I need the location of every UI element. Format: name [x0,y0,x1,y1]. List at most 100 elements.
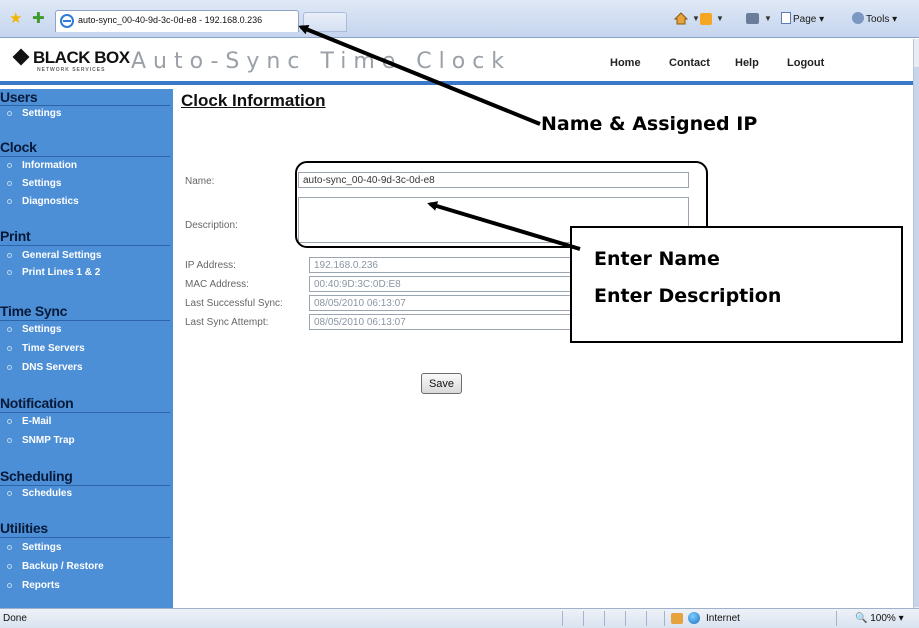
tools-menu-label: Tools [866,14,890,25]
nav-help-link[interactable]: Help [735,57,759,69]
sidebar-divider [0,537,170,538]
page-header: BLACK BOX NETWORK SERVICES Auto-Sync Tim… [0,39,913,85]
sidebar-divider [0,320,170,321]
bullet-icon [7,564,12,569]
name-label: Name: [185,176,215,187]
protected-mode-icon[interactable] [671,613,683,624]
page-title: Clock Information [181,91,326,110]
status-divider [625,611,626,626]
bullet-icon [7,253,12,258]
tools-menu-button[interactable]: Tools ▾ [852,12,897,28]
status-bar: Done Internet 🔍 100% ▾ [0,608,919,628]
bullet-icon [7,545,12,550]
description-field[interactable] [298,197,689,243]
save-button[interactable]: Save [421,373,462,394]
sidebar-item-label: E-Mail [22,416,52,427]
sidebar-item-email[interactable]: E-Mail [7,416,51,427]
sidebar-group-time-sync: Time Sync [0,303,68,319]
logo-diamond-icon [12,48,30,66]
sidebar: Users Settings Clock Information Setting… [0,89,173,608]
status-divider [583,611,584,626]
home-dropdown-icon[interactable]: ▼ [692,14,700,23]
sidebar-item-label: DNS Servers [22,362,83,373]
internet-globe-icon [688,612,700,624]
print-icon[interactable] [746,13,759,24]
favorites-star-icon[interactable]: ★ [9,11,22,26]
ie-page-icon [60,14,74,28]
sidebar-item-clock-settings[interactable]: Settings [7,178,61,189]
bullet-icon [7,327,12,332]
app-title: Auto-Sync Time Clock [131,49,512,74]
mac-address-label: MAC Address: [185,279,249,290]
sidebar-item-dns-servers[interactable]: DNS Servers [7,362,83,373]
add-favorites-icon[interactable]: ✚ [32,11,45,26]
bullet-icon [7,163,12,168]
security-zone: Internet [706,613,740,624]
sidebar-group-print: Print [0,228,31,244]
nav-contact-link[interactable]: Contact [669,57,710,69]
feeds-dropdown-icon[interactable]: ▼ [716,14,724,23]
zoom-level: 100% [870,613,896,624]
bullet-icon [7,438,12,443]
bullet-icon [7,199,12,204]
status-divider [836,611,837,626]
zoom-level-button[interactable]: 🔍 100% ▾ [855,613,904,624]
sidebar-item-snmp-trap[interactable]: SNMP Trap [7,435,75,446]
main-content: Clock Information Name: Description: IP … [173,89,913,608]
sidebar-divider [0,412,170,413]
feeds-icon[interactable] [700,13,712,25]
sidebar-divider [0,105,170,106]
nav-home-link[interactable]: Home [610,57,641,69]
sidebar-item-utilities-settings[interactable]: Settings [7,542,61,553]
sidebar-item-label: Settings [22,542,62,553]
new-tab-button[interactable] [303,12,347,32]
sidebar-divider [0,156,170,157]
sidebar-item-reports[interactable]: Reports [7,580,60,591]
bullet-icon [7,419,12,424]
vertical-scrollbar[interactable] [913,39,919,608]
scrollbar-thumb[interactable] [914,67,919,607]
status-text: Done [3,613,27,624]
sidebar-item-time-servers[interactable]: Time Servers [7,343,85,354]
sidebar-item-label: General Settings [22,250,102,261]
status-divider [562,611,563,626]
mac-address-field [309,276,697,292]
sidebar-item-label: Reports [22,580,60,591]
nav-logout-link[interactable]: Logout [787,57,824,69]
status-divider [646,611,647,626]
home-icon[interactable] [674,12,688,25]
sidebar-item-label: Schedules [22,488,73,499]
sidebar-item-backup-restore[interactable]: Backup / Restore [7,561,104,572]
black-box-logo[interactable]: BLACK BOX NETWORK SERVICES [12,48,130,73]
sidebar-item-label: Settings [22,324,62,335]
sidebar-item-label: Settings [22,108,62,119]
bullet-icon [7,365,12,370]
sidebar-group-clock: Clock [0,139,37,155]
name-field[interactable] [298,172,689,188]
sidebar-group-notification: Notification [0,395,74,411]
print-dropdown-icon[interactable]: ▼ [764,14,772,23]
sidebar-item-schedules[interactable]: Schedules [7,488,72,499]
sidebar-item-general-settings[interactable]: General Settings [7,250,101,261]
tools-gear-icon [852,12,864,24]
browser-tab-bar: ★ ✚ auto-sync_00-40-9d-3c-0d-e8 - 192.16… [0,0,919,38]
bullet-icon [7,491,12,496]
sidebar-item-clock-information[interactable]: Information [7,160,77,171]
description-label: Description: [185,220,238,231]
sidebar-item-time-sync-settings[interactable]: Settings [7,324,61,335]
last-sync-attempt-field [309,314,697,330]
sidebar-item-label: SNMP Trap [22,435,75,446]
logo-text: BLACK BOX [33,48,130,67]
bullet-icon [7,111,12,116]
sidebar-item-print-lines[interactable]: Print Lines 1 & 2 [7,267,100,278]
sidebar-item-users-settings[interactable]: Settings [7,108,61,119]
last-successful-sync-field [309,295,697,311]
sidebar-item-label: Information [22,160,77,171]
page-menu-button[interactable]: Page ▾ [781,12,824,28]
sidebar-group-users: Users [0,89,38,105]
status-divider [664,611,665,626]
browser-tab-active[interactable]: auto-sync_00-40-9d-3c-0d-e8 - 192.168.0.… [55,10,299,32]
ip-address-field [309,257,697,273]
last-sync-attempt-label: Last Sync Attempt: [185,317,269,328]
sidebar-item-clock-diagnostics[interactable]: Diagnostics [7,196,79,207]
